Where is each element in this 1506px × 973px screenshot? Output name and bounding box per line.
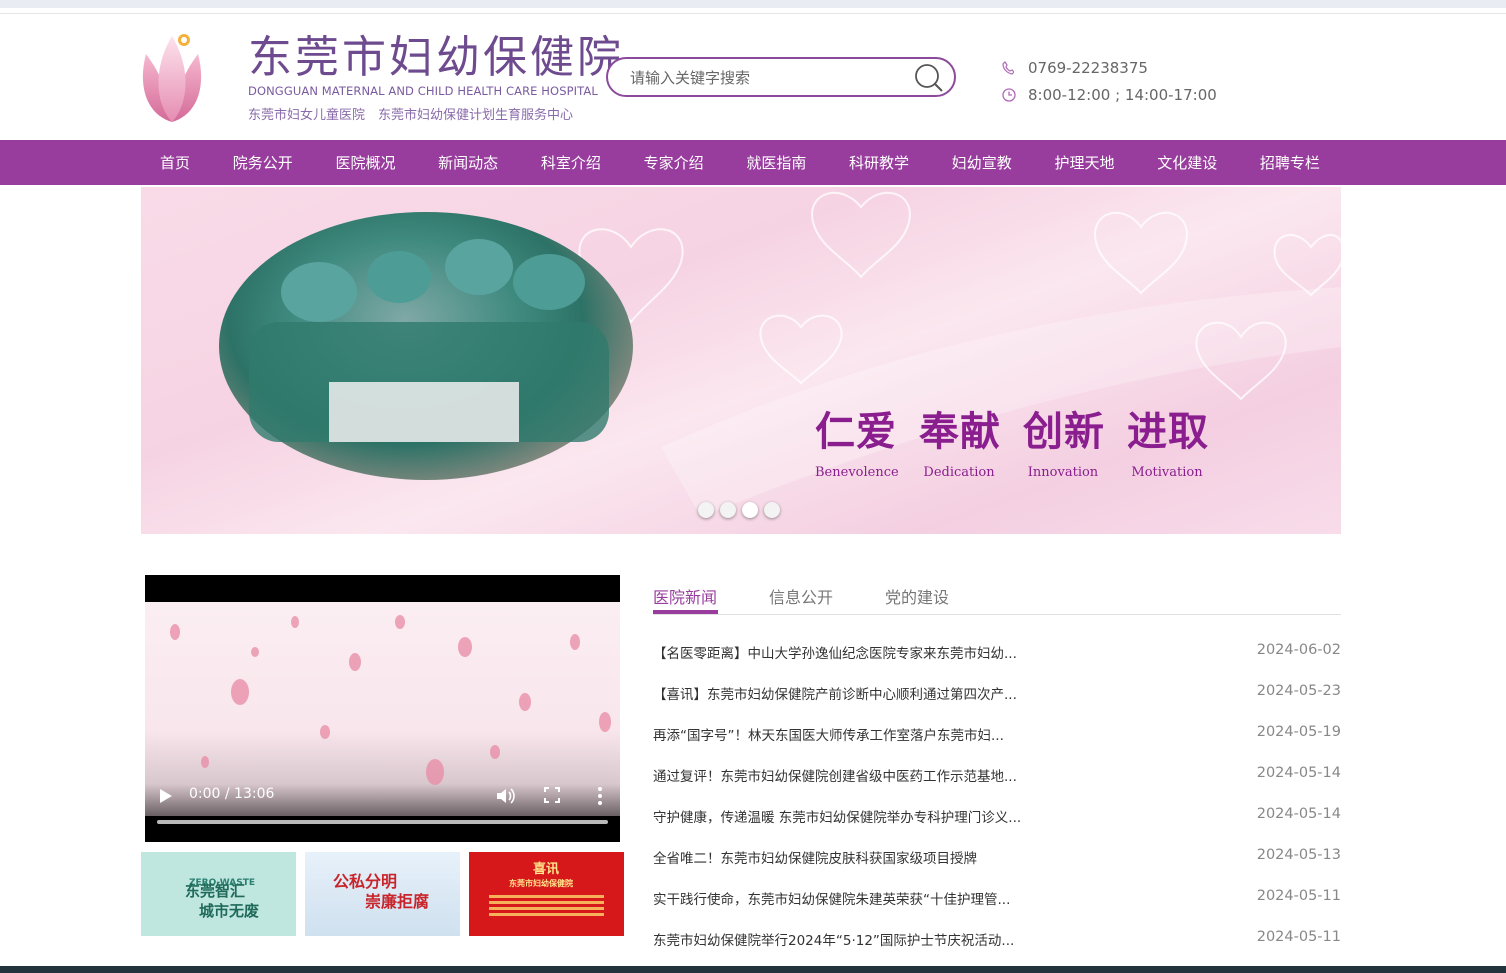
slogan-cn-text: 进取 — [1127, 409, 1209, 455]
slogan-cn-text: 创新 — [1023, 409, 1105, 455]
carousel-dot-3[interactable] — [742, 502, 758, 518]
slogan-en-text: Dedication — [923, 465, 995, 480]
thumb-line2: 城市无废 — [199, 902, 260, 920]
slogan-benevolence: 仁爱 Benevolence — [815, 407, 899, 480]
carousel-dots — [698, 502, 780, 518]
logo-english-name: DONGGUAN MATERNAL AND CHILD HEALTH CARE … — [248, 84, 598, 98]
play-icon[interactable] — [159, 788, 173, 804]
nav-item-news[interactable]: 新闻动态 — [438, 152, 498, 173]
news-date: 2024-06-02 — [1256, 642, 1341, 658]
news-date: 2024-05-13 — [1256, 847, 1341, 863]
thumb-line1: 东莞智汇 — [185, 882, 246, 900]
slogan-en-text: Benevolence — [815, 465, 899, 480]
slogan-motivation: 进取 Motivation — [1127, 407, 1209, 480]
list-item: 全省唯二！东莞市妇幼保健院皮肤科获国家级项目授牌 2024-05-13 — [653, 837, 1341, 878]
news-date: 2024-05-14 — [1256, 765, 1341, 781]
nav-item-culture[interactable]: 文化建设 — [1157, 152, 1217, 173]
news-date: 2024-05-11 — [1256, 888, 1341, 904]
main-nav: 首页 院务公开 医院概况 新闻动态 科室介绍 专家介绍 就医指南 科研教学 妇幼… — [0, 140, 1506, 185]
list-item: 实干践行使命，东莞市妇幼保健院朱建英荣获“十佳护理管... 2024-05-11 — [653, 878, 1341, 919]
video-time: 0:00 / 13:06 — [189, 786, 275, 802]
carousel-dot-4[interactable] — [764, 502, 780, 518]
slogan-innovation: 创新 Innovation — [1023, 407, 1105, 480]
news-date: 2024-05-19 — [1256, 724, 1341, 740]
footer-bar — [0, 966, 1506, 973]
nav-item-guide[interactable]: 就医指南 — [746, 152, 806, 173]
news-title[interactable]: 【名医零距离】中山大学孙逸仙纪念医院专家来东莞市妇幼... — [653, 642, 1017, 662]
nav-item-recruitment[interactable]: 招聘专栏 — [1260, 152, 1320, 173]
nav-item-experts[interactable]: 专家介绍 — [644, 152, 704, 173]
slogan-dedication: 奉献 Dedication — [919, 407, 1001, 480]
news-title[interactable]: 全省唯二！东莞市妇幼保健院皮肤科获国家级项目授牌 — [653, 847, 977, 867]
thumb-text-lines — [489, 892, 604, 922]
tab-hospital-news[interactable]: 医院新闻 — [653, 584, 717, 608]
news-title[interactable]: 再添“国字号”！林天东国医大师传承工作室落户东莞市妇... — [653, 724, 1004, 744]
slogan-cn-text: 奉献 — [919, 409, 1001, 455]
list-item: 通过复评！东莞市妇幼保健院创建省级中医药工作示范基地... 2024-05-14 — [653, 755, 1341, 796]
nav-item-education[interactable]: 妇幼宣教 — [952, 152, 1012, 173]
news-date: 2024-05-11 — [1256, 929, 1341, 945]
hospital-logo[interactable]: 东莞市妇幼保健院 DONGGUAN MATERNAL AND CHILD HEA… — [140, 22, 621, 126]
news-title[interactable]: 【喜讯】东莞市妇幼保健院产前诊断中心顺利通过第四次产... — [653, 683, 1017, 703]
list-item: 东莞市妇幼保健院举行2024年“5·12”国际护士节庆祝活动... 2024-0… — [653, 919, 1341, 960]
surgery-team-photo — [219, 212, 633, 480]
carousel-dot-2[interactable] — [720, 502, 736, 518]
promo-good-news[interactable]: 喜讯 东莞市妇幼保健院 — [469, 852, 624, 936]
nav-item-research[interactable]: 科研教学 — [849, 152, 909, 173]
search-icon[interactable] — [912, 61, 946, 95]
slogan-en-text: Innovation — [1027, 465, 1099, 480]
phone-row: 0769-22238375 — [1002, 54, 1217, 81]
video-progress-bar[interactable] — [157, 820, 608, 824]
logo-subtitle: 东莞市妇女儿童医院 东莞市妇幼保健计划生育服务中心 — [248, 108, 574, 123]
list-item: 守护健康，传递温暖 东莞市妇幼保健院举办专科护理门诊义... 2024-05-1… — [653, 796, 1341, 837]
nav-item-overview[interactable]: 医院概况 — [335, 152, 395, 173]
phone-number: 0769-22238375 — [1028, 58, 1148, 77]
news-title[interactable]: 通过复评！东莞市妇幼保健院创建省级中医药工作示范基地... — [653, 765, 1017, 785]
promo-zero-waste[interactable]: ZERO-WASTE 东莞智汇 城市无废 — [141, 852, 296, 936]
clock-icon — [1002, 87, 1028, 102]
news-tabs: 医院新闻 信息公开 党的建设 — [653, 582, 1341, 615]
more-options-icon[interactable] — [597, 786, 603, 806]
news-date: 2024-05-14 — [1256, 806, 1341, 822]
video-controls: 0:00 / 13:06 — [145, 776, 620, 816]
top-divider — [0, 13, 1506, 14]
hours-row: 8:00-12:00 ; 14:00-17:00 — [1002, 81, 1217, 108]
list-item: 再添“国字号”！林天东国医大师传承工作室落户东莞市妇... 2024-05-19 — [653, 714, 1341, 755]
nav-item-nursing[interactable]: 护理天地 — [1054, 152, 1114, 173]
volume-icon[interactable] — [495, 786, 515, 806]
thumb-line2: 东莞市妇幼保健院 — [509, 879, 573, 888]
news-title[interactable]: 东莞市妇幼保健院举行2024年“5·12”国际护士节庆祝活动... — [653, 929, 1014, 949]
tab-party-building[interactable]: 党的建设 — [885, 584, 949, 608]
nav-items: 首页 院务公开 医院概况 新闻动态 科室介绍 专家介绍 就医指南 科研教学 妇幼… — [140, 140, 1340, 185]
tab-info-disclosure[interactable]: 信息公开 — [769, 584, 833, 608]
logo-title: 东莞市妇幼保健院 — [248, 32, 624, 83]
active-tab-indicator — [653, 610, 718, 614]
news-title[interactable]: 守护健康，传递温暖 东莞市妇幼保健院举办专科护理门诊义... — [653, 806, 1021, 826]
search-box — [606, 57, 956, 97]
news-list: 【名医零距离】中山大学孙逸仙纪念医院专家来东莞市妇幼... 2024-06-02… — [653, 632, 1341, 960]
search-input[interactable] — [630, 67, 900, 89]
browser-top-strip — [0, 0, 1506, 8]
opening-hours: 8:00-12:00 ; 14:00-17:00 — [1028, 85, 1217, 104]
video-player[interactable]: 0:00 / 13:06 — [145, 575, 620, 842]
slogan-cn-text: 仁爱 — [815, 409, 897, 455]
fullscreen-icon[interactable] — [544, 787, 560, 803]
phone-icon — [1002, 60, 1028, 75]
thumb-line1: 喜讯 — [533, 862, 560, 877]
slogan-en-text: Motivation — [1131, 465, 1203, 480]
banner-slogan: 仁爱 Benevolence 奉献 Dedication 创新 Innovati… — [815, 407, 1209, 480]
list-item: 【名医零距离】中山大学孙逸仙纪念医院专家来东莞市妇幼... 2024-06-02 — [653, 632, 1341, 673]
carousel-dot-1[interactable] — [698, 502, 714, 518]
hero-banner[interactable]: 仁爱 Benevolence 奉献 Dedication 创新 Innovati… — [141, 187, 1341, 534]
promo-integrity[interactable]: 公私分明 崇廉拒腐 — [305, 852, 460, 936]
nav-item-departments[interactable]: 科室介绍 — [541, 152, 601, 173]
nav-item-home[interactable]: 首页 — [160, 152, 190, 173]
nav-item-affairs[interactable]: 院务公开 — [233, 152, 293, 173]
contact-info: 0769-22238375 8:00-12:00 ; 14:00-17:00 — [1002, 54, 1217, 108]
news-title[interactable]: 实干践行使命，东莞市妇幼保健院朱建英荣获“十佳护理管... — [653, 888, 1010, 908]
list-item: 【喜讯】东莞市妇幼保健院产前诊断中心顺利通过第四次产... 2024-05-23 — [653, 673, 1341, 714]
news-date: 2024-05-23 — [1256, 683, 1341, 699]
lotus-logo-icon — [142, 34, 202, 122]
thumb-line2: 崇廉拒腐 — [365, 892, 430, 911]
